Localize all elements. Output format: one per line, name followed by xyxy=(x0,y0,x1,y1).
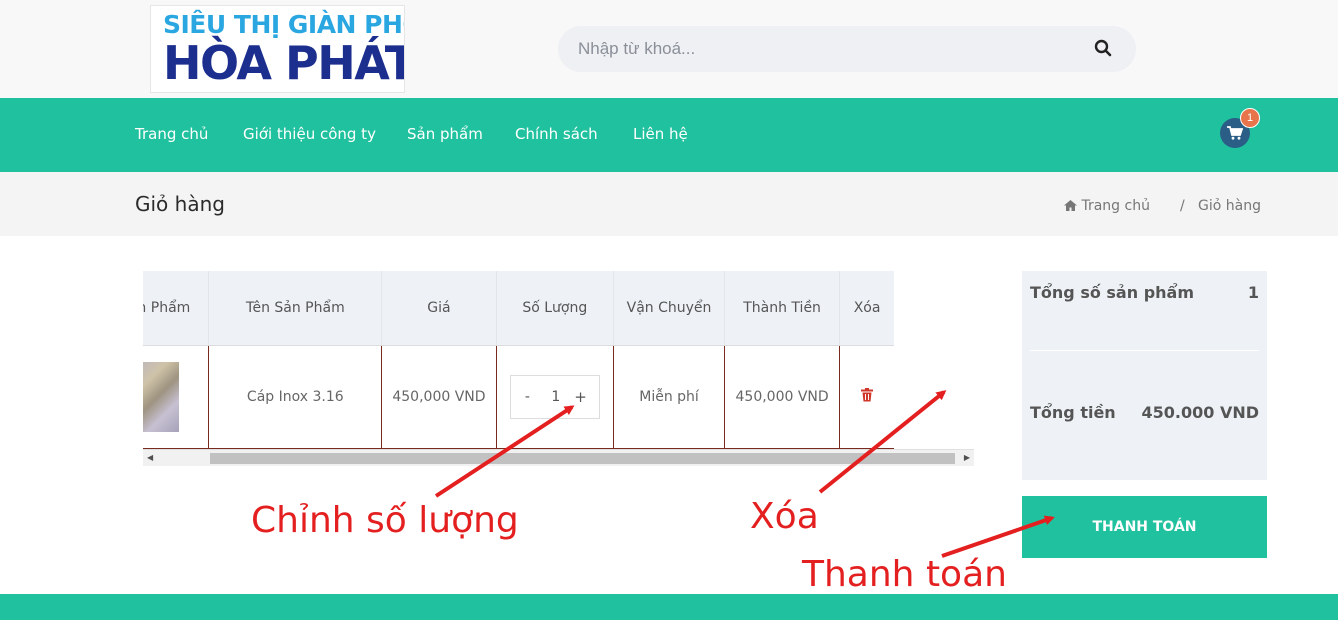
col-header-shipping: Vận Chuyển xyxy=(613,271,726,346)
trash-icon xyxy=(861,387,874,401)
col-header-image: Ảnh Sản Phẩm xyxy=(143,271,210,346)
table-header-row: Ảnh Sản Phẩm Tên Sản Phẩm Giá Số Lượng V… xyxy=(143,271,894,346)
cart-summary: Tổng số sản phẩm 1 Tổng tiền 450.000 VND xyxy=(1022,271,1267,480)
annotation-qty: Chỉnh số lượng xyxy=(251,500,519,541)
cell-quantity: - 1 + xyxy=(496,345,615,449)
search-bar xyxy=(558,26,1136,72)
annotation-checkout: Thanh toán xyxy=(802,554,1007,595)
total-price-value: 450.000 VND xyxy=(1141,403,1260,422)
total-price-label: Tổng tiền xyxy=(1030,403,1116,422)
cell-price: 450,000 VND xyxy=(381,345,497,449)
cart-table: Ảnh Sản Phẩm Tên Sản Phẩm Giá Số Lượng V… xyxy=(143,271,894,449)
col-header-delete: Xóa xyxy=(839,271,894,346)
page-header-band: Giỏ hàng Trang chủ / Giỏ hàng xyxy=(0,172,1338,236)
search-input[interactable] xyxy=(578,26,1078,72)
nav-item-contact[interactable]: Liên hệ xyxy=(633,125,688,143)
cart-count-badge: 1 xyxy=(1240,108,1260,128)
breadcrumb-home-label: Trang chủ xyxy=(1081,198,1150,214)
logo-line1: SIÊU THỊ GIÀN PHƠI xyxy=(163,10,404,39)
scroll-right-arrow-icon[interactable]: ▶ xyxy=(964,453,970,462)
page-title: Giỏ hàng xyxy=(135,192,225,216)
cell-subtotal: 450,000 VND xyxy=(724,345,841,449)
total-items-value: 1 xyxy=(1247,283,1259,302)
cell-product-name[interactable]: Cáp Inox 3.16 xyxy=(208,345,383,449)
scrollbar-thumb[interactable] xyxy=(210,453,955,464)
cart-table-container[interactable]: Ảnh Sản Phẩm Tên Sản Phẩm Giá Số Lượng V… xyxy=(143,271,974,467)
cell-image xyxy=(143,345,210,449)
breadcrumb-home[interactable]: Trang chủ xyxy=(1064,198,1150,214)
col-header-price: Giá xyxy=(381,271,497,346)
checkout-button[interactable]: THANH TOÁN xyxy=(1022,496,1267,558)
annotation-delete: Xóa xyxy=(750,496,819,537)
footer-bar xyxy=(0,594,1338,620)
site-logo[interactable]: SIÊU THỊ GIÀN PHƠI HÒA PHÁT xyxy=(150,5,405,93)
logo-line2: HÒA PHÁT xyxy=(163,36,405,90)
home-icon xyxy=(1064,200,1077,211)
cell-delete xyxy=(839,345,894,449)
site-header: SIÊU THỊ GIÀN PHƠI HÒA PHÁT xyxy=(0,0,1338,98)
quantity-stepper: - 1 + xyxy=(509,374,601,419)
cell-shipping: Miễn phí xyxy=(613,345,726,449)
qty-plus-button[interactable]: + xyxy=(574,388,587,406)
col-header-quantity: Số Lượng xyxy=(496,271,615,346)
col-header-subtotal: Thành Tiền xyxy=(724,271,841,346)
search-icon[interactable] xyxy=(1094,39,1114,59)
summary-total-items: Tổng số sản phẩm 1 xyxy=(1030,283,1259,302)
shopping-cart-icon xyxy=(1227,126,1243,140)
summary-total-price: Tổng tiền 450.000 VND xyxy=(1030,403,1259,422)
table-horizontal-scrollbar[interactable]: ◀ ▶ xyxy=(143,449,974,466)
total-items-label: Tổng số sản phẩm xyxy=(1030,283,1194,302)
summary-divider xyxy=(1030,350,1259,351)
delete-item-button[interactable] xyxy=(861,387,874,406)
qty-value[interactable]: 1 xyxy=(511,389,601,405)
scroll-left-arrow-icon[interactable]: ◀ xyxy=(147,453,153,462)
nav-item-products[interactable]: Sản phẩm xyxy=(407,125,483,143)
product-image[interactable] xyxy=(143,361,179,432)
breadcrumb-current: Giỏ hàng xyxy=(1198,198,1261,214)
nav-item-home[interactable]: Trang chủ xyxy=(135,125,208,143)
nav-item-policy[interactable]: Chính sách xyxy=(515,125,598,143)
main-nav: Trang chủ Giới thiệu công ty Sản phẩm Ch… xyxy=(0,98,1338,172)
table-row: Cáp Inox 3.16 450,000 VND - 1 + Miễn phí… xyxy=(143,345,894,449)
nav-item-about[interactable]: Giới thiệu công ty xyxy=(243,125,376,143)
breadcrumb-separator: / xyxy=(1180,198,1185,214)
col-header-name: Tên Sản Phẩm xyxy=(208,271,383,346)
